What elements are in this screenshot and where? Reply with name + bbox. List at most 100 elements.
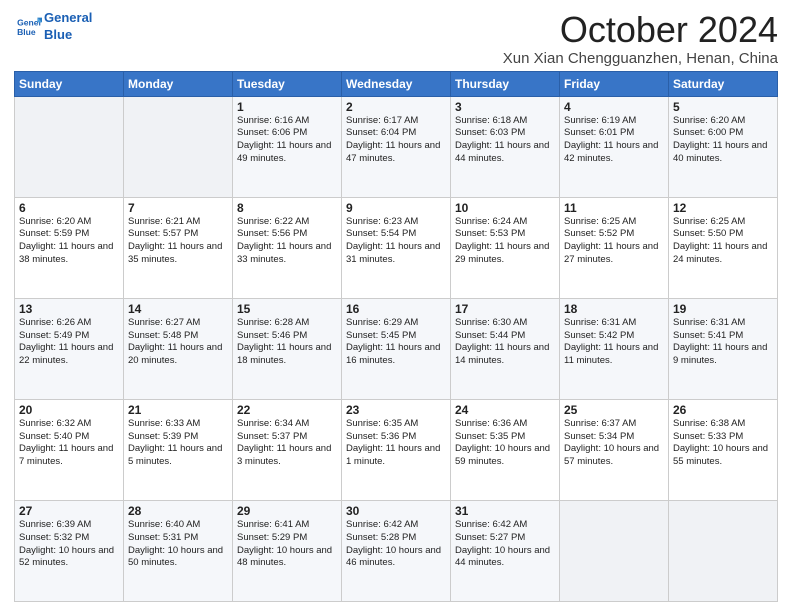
calendar-cell: 21Sunrise: 6:33 AM Sunset: 5:39 PM Dayli… [124, 399, 233, 500]
day-number: 15 [237, 302, 337, 316]
day-number: 7 [128, 201, 228, 215]
calendar-cell [560, 500, 669, 601]
calendar-cell: 12Sunrise: 6:25 AM Sunset: 5:50 PM Dayli… [669, 197, 778, 298]
calendar-cell [124, 96, 233, 197]
day-number: 11 [564, 201, 664, 215]
logo: General Blue General Blue [14, 10, 92, 44]
calendar-cell: 5Sunrise: 6:20 AM Sunset: 6:00 PM Daylig… [669, 96, 778, 197]
day-info: Sunrise: 6:42 AM Sunset: 5:27 PM Dayligh… [455, 519, 555, 570]
day-number: 28 [128, 504, 228, 518]
title-block: October 2024 Xun Xian Chengguanzhen, Hen… [503, 10, 778, 67]
calendar-cell: 17Sunrise: 6:30 AM Sunset: 5:44 PM Dayli… [451, 298, 560, 399]
day-info: Sunrise: 6:33 AM Sunset: 5:39 PM Dayligh… [128, 418, 228, 469]
calendar-cell: 27Sunrise: 6:39 AM Sunset: 5:32 PM Dayli… [15, 500, 124, 601]
page: General Blue General Blue October 2024 X… [0, 0, 792, 612]
day-info: Sunrise: 6:31 AM Sunset: 5:41 PM Dayligh… [673, 317, 773, 368]
day-info: Sunrise: 6:35 AM Sunset: 5:36 PM Dayligh… [346, 418, 446, 469]
calendar-cell: 20Sunrise: 6:32 AM Sunset: 5:40 PM Dayli… [15, 399, 124, 500]
day-info: Sunrise: 6:22 AM Sunset: 5:56 PM Dayligh… [237, 216, 337, 267]
day-info: Sunrise: 6:26 AM Sunset: 5:49 PM Dayligh… [19, 317, 119, 368]
day-number: 31 [455, 504, 555, 518]
weekday-monday: Monday [124, 71, 233, 96]
day-number: 8 [237, 201, 337, 215]
calendar-cell: 13Sunrise: 6:26 AM Sunset: 5:49 PM Dayli… [15, 298, 124, 399]
calendar-cell: 9Sunrise: 6:23 AM Sunset: 5:54 PM Daylig… [342, 197, 451, 298]
page-title: October 2024 [503, 10, 778, 50]
calendar-cell: 18Sunrise: 6:31 AM Sunset: 5:42 PM Dayli… [560, 298, 669, 399]
logo-text: General Blue [44, 10, 92, 44]
day-info: Sunrise: 6:20 AM Sunset: 6:00 PM Dayligh… [673, 115, 773, 166]
day-info: Sunrise: 6:23 AM Sunset: 5:54 PM Dayligh… [346, 216, 446, 267]
calendar-cell [15, 96, 124, 197]
day-info: Sunrise: 6:20 AM Sunset: 5:59 PM Dayligh… [19, 216, 119, 267]
weekday-header-row: SundayMondayTuesdayWednesdayThursdayFrid… [15, 71, 778, 96]
day-info: Sunrise: 6:32 AM Sunset: 5:40 PM Dayligh… [19, 418, 119, 469]
day-number: 19 [673, 302, 773, 316]
weekday-tuesday: Tuesday [233, 71, 342, 96]
day-info: Sunrise: 6:21 AM Sunset: 5:57 PM Dayligh… [128, 216, 228, 267]
calendar-cell: 8Sunrise: 6:22 AM Sunset: 5:56 PM Daylig… [233, 197, 342, 298]
day-info: Sunrise: 6:19 AM Sunset: 6:01 PM Dayligh… [564, 115, 664, 166]
page-subtitle: Xun Xian Chengguanzhen, Henan, China [503, 50, 778, 67]
day-info: Sunrise: 6:30 AM Sunset: 5:44 PM Dayligh… [455, 317, 555, 368]
calendar-week-2: 6Sunrise: 6:20 AM Sunset: 5:59 PM Daylig… [15, 197, 778, 298]
day-info: Sunrise: 6:16 AM Sunset: 6:06 PM Dayligh… [237, 115, 337, 166]
day-info: Sunrise: 6:17 AM Sunset: 6:04 PM Dayligh… [346, 115, 446, 166]
calendar-cell: 14Sunrise: 6:27 AM Sunset: 5:48 PM Dayli… [124, 298, 233, 399]
day-number: 13 [19, 302, 119, 316]
day-info: Sunrise: 6:36 AM Sunset: 5:35 PM Dayligh… [455, 418, 555, 469]
calendar-cell: 1Sunrise: 6:16 AM Sunset: 6:06 PM Daylig… [233, 96, 342, 197]
day-info: Sunrise: 6:38 AM Sunset: 5:33 PM Dayligh… [673, 418, 773, 469]
weekday-friday: Friday [560, 71, 669, 96]
day-info: Sunrise: 6:42 AM Sunset: 5:28 PM Dayligh… [346, 519, 446, 570]
day-info: Sunrise: 6:28 AM Sunset: 5:46 PM Dayligh… [237, 317, 337, 368]
day-number: 6 [19, 201, 119, 215]
calendar-cell: 16Sunrise: 6:29 AM Sunset: 5:45 PM Dayli… [342, 298, 451, 399]
day-number: 18 [564, 302, 664, 316]
calendar-cell: 23Sunrise: 6:35 AM Sunset: 5:36 PM Dayli… [342, 399, 451, 500]
day-info: Sunrise: 6:39 AM Sunset: 5:32 PM Dayligh… [19, 519, 119, 570]
day-number: 2 [346, 100, 446, 114]
day-info: Sunrise: 6:41 AM Sunset: 5:29 PM Dayligh… [237, 519, 337, 570]
weekday-saturday: Saturday [669, 71, 778, 96]
calendar-cell: 7Sunrise: 6:21 AM Sunset: 5:57 PM Daylig… [124, 197, 233, 298]
day-number: 26 [673, 403, 773, 417]
weekday-wednesday: Wednesday [342, 71, 451, 96]
day-number: 27 [19, 504, 119, 518]
logo-general: General [44, 10, 92, 25]
day-info: Sunrise: 6:34 AM Sunset: 5:37 PM Dayligh… [237, 418, 337, 469]
header: General Blue General Blue October 2024 X… [14, 10, 778, 67]
svg-text:Blue: Blue [17, 27, 36, 37]
day-number: 21 [128, 403, 228, 417]
day-number: 5 [673, 100, 773, 114]
day-number: 12 [673, 201, 773, 215]
day-number: 14 [128, 302, 228, 316]
calendar-cell: 25Sunrise: 6:37 AM Sunset: 5:34 PM Dayli… [560, 399, 669, 500]
day-info: Sunrise: 6:18 AM Sunset: 6:03 PM Dayligh… [455, 115, 555, 166]
calendar-cell: 29Sunrise: 6:41 AM Sunset: 5:29 PM Dayli… [233, 500, 342, 601]
day-number: 20 [19, 403, 119, 417]
weekday-thursday: Thursday [451, 71, 560, 96]
calendar-week-1: 1Sunrise: 6:16 AM Sunset: 6:06 PM Daylig… [15, 96, 778, 197]
calendar-table: SundayMondayTuesdayWednesdayThursdayFrid… [14, 71, 778, 602]
day-number: 10 [455, 201, 555, 215]
day-number: 16 [346, 302, 446, 316]
calendar-cell: 2Sunrise: 6:17 AM Sunset: 6:04 PM Daylig… [342, 96, 451, 197]
day-number: 1 [237, 100, 337, 114]
calendar-cell: 24Sunrise: 6:36 AM Sunset: 5:35 PM Dayli… [451, 399, 560, 500]
logo-blue: Blue [44, 27, 72, 42]
weekday-sunday: Sunday [15, 71, 124, 96]
day-number: 4 [564, 100, 664, 114]
day-info: Sunrise: 6:40 AM Sunset: 5:31 PM Dayligh… [128, 519, 228, 570]
calendar-cell: 19Sunrise: 6:31 AM Sunset: 5:41 PM Dayli… [669, 298, 778, 399]
day-number: 22 [237, 403, 337, 417]
calendar-cell: 28Sunrise: 6:40 AM Sunset: 5:31 PM Dayli… [124, 500, 233, 601]
day-info: Sunrise: 6:25 AM Sunset: 5:50 PM Dayligh… [673, 216, 773, 267]
calendar-cell: 15Sunrise: 6:28 AM Sunset: 5:46 PM Dayli… [233, 298, 342, 399]
calendar-week-4: 20Sunrise: 6:32 AM Sunset: 5:40 PM Dayli… [15, 399, 778, 500]
day-number: 9 [346, 201, 446, 215]
calendar-cell: 10Sunrise: 6:24 AM Sunset: 5:53 PM Dayli… [451, 197, 560, 298]
logo-icon: General Blue [14, 13, 42, 41]
day-info: Sunrise: 6:24 AM Sunset: 5:53 PM Dayligh… [455, 216, 555, 267]
calendar-cell: 30Sunrise: 6:42 AM Sunset: 5:28 PM Dayli… [342, 500, 451, 601]
